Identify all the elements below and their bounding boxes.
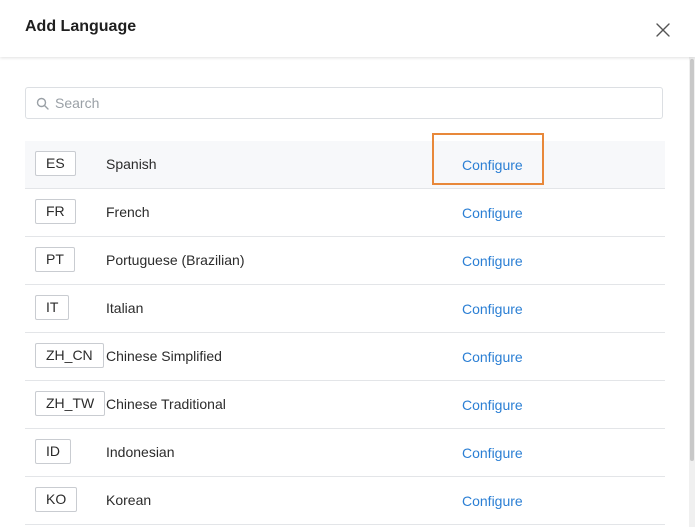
configure-link[interactable]: Configure	[462, 157, 523, 173]
language-code-badge: FR	[35, 199, 76, 224]
list-item: KO Korean Configure	[25, 477, 665, 525]
close-button[interactable]	[652, 19, 674, 41]
language-name: Italian	[106, 300, 144, 316]
search-icon	[36, 97, 49, 110]
close-icon	[656, 23, 670, 37]
list-item: ID Indonesian Configure	[25, 429, 665, 477]
list-item: ZH_TW Chinese Traditional Configure	[25, 381, 665, 429]
configure-link[interactable]: Configure	[462, 253, 523, 269]
language-name: Spanish	[106, 156, 157, 172]
search-input[interactable]	[55, 88, 655, 118]
language-code-badge: ZH_CN	[35, 343, 104, 368]
scrollbar[interactable]	[689, 57, 695, 527]
language-name: Korean	[106, 492, 152, 508]
dialog-title: Add Language	[25, 18, 137, 35]
language-list: ES Spanish Configure FR French Configure…	[25, 141, 665, 525]
language-name: Portuguese (Brazilian)	[106, 252, 245, 268]
dialog-header: Add Language	[0, 0, 695, 57]
list-item: ES Spanish Configure	[25, 141, 665, 189]
configure-link[interactable]: Configure	[462, 349, 523, 365]
configure-link[interactable]: Configure	[462, 301, 523, 317]
language-code-badge: PT	[35, 247, 75, 272]
configure-link[interactable]: Configure	[462, 397, 523, 413]
search-box	[25, 87, 663, 119]
language-code-badge: ZH_TW	[35, 391, 106, 416]
add-language-dialog: Add Language ES Spanish Configure FR Fre…	[0, 0, 695, 527]
language-code-badge: IT	[35, 295, 70, 320]
configure-link[interactable]: Configure	[462, 493, 523, 509]
scrollbar-thumb[interactable]	[690, 59, 694, 461]
list-item: PT Portuguese (Brazilian) Configure	[25, 237, 665, 285]
configure-link[interactable]: Configure	[462, 205, 523, 221]
list-item: IT Italian Configure	[25, 285, 665, 333]
language-name: Indonesian	[106, 444, 175, 460]
language-code-badge: ID	[35, 439, 71, 464]
language-code-badge: ES	[35, 151, 76, 176]
list-item: FR French Configure	[25, 189, 665, 237]
language-code-badge: KO	[35, 487, 78, 512]
configure-link[interactable]: Configure	[462, 445, 523, 461]
language-name: Chinese Traditional	[106, 396, 226, 412]
list-item: ZH_CN Chinese Simplified Configure	[25, 333, 665, 381]
language-name: French	[106, 204, 150, 220]
language-name: Chinese Simplified	[106, 348, 222, 364]
